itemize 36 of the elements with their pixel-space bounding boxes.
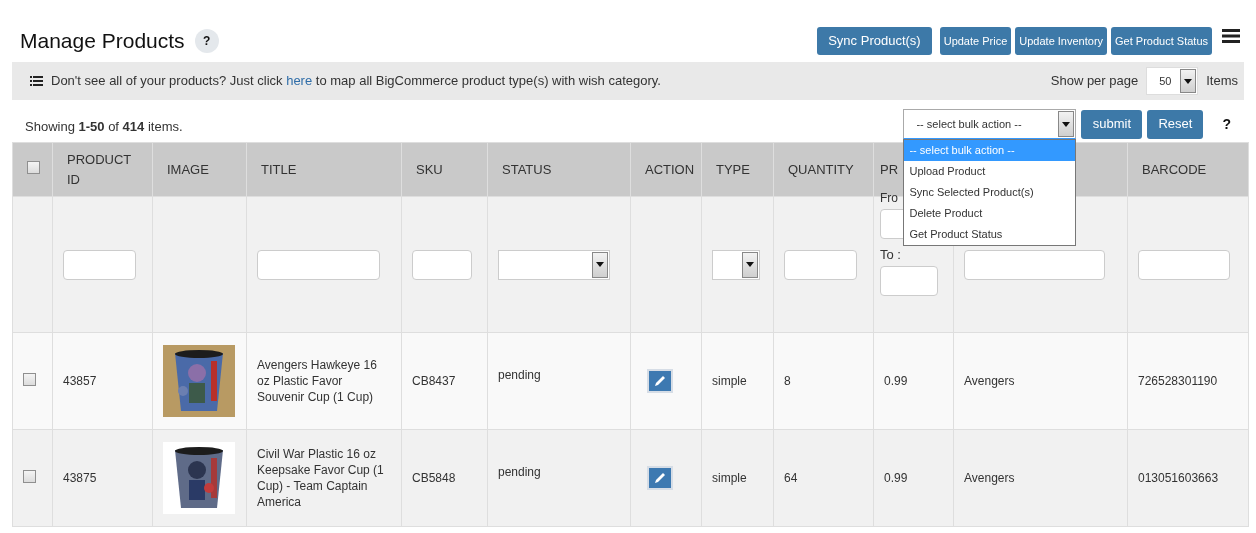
- table-cell: simple: [712, 374, 747, 388]
- column-header: TITLE: [261, 161, 297, 177]
- table-cell: 0.99: [884, 374, 908, 388]
- table-cell: Avengers: [964, 471, 1015, 485]
- column-header: IMAGE: [167, 161, 209, 177]
- table-cell: 64: [784, 471, 798, 485]
- table-cell: 43875: [63, 471, 97, 485]
- table-cell: Avengers Hawkeye 16 oz Plastic Favor Souvenir Cup (1 Cup): [257, 358, 377, 404]
- table-cell: CB8437: [412, 374, 456, 388]
- per-page-suffix: Items: [1206, 72, 1238, 91]
- column-header: QUANTITY: [788, 161, 854, 177]
- page-title: Manage Products: [20, 28, 185, 55]
- table-cell: 43857: [63, 374, 97, 388]
- table-cell: Avengers: [964, 374, 1015, 388]
- column-header: PRODUCT ID: [67, 152, 132, 187]
- column-header: TYPE: [716, 161, 750, 177]
- table-cell: pending: [498, 465, 541, 479]
- column-header: STATUS: [502, 161, 552, 177]
- table-cell: 726528301190: [1138, 374, 1218, 388]
- table-cell: 0.99: [884, 471, 908, 485]
- help-text: ?: [1222, 114, 1231, 134]
- table-cell: Civil War Plastic 16 oz Keepsake Favor Cup (1 Cup) - Team Captain America: [257, 447, 384, 509]
- per-page-label: Show per page: [1050, 72, 1139, 91]
- range-to-label: To :: [880, 245, 901, 264]
- column-header: PR: [880, 161, 899, 177]
- column-header: ACTION: [645, 161, 695, 177]
- table-cell: CB5848: [412, 471, 456, 485]
- column-header: SKU: [416, 161, 443, 177]
- notice-text: Don't see all of your products? Just click here to map all BigCommerce product type(s) with wish category.: [51, 72, 661, 91]
- table-cell: simple: [712, 471, 747, 485]
- column-header: BARCODE: [1142, 161, 1207, 177]
- summary-text: Showing 1-50 of 414 items.: [24, 118, 183, 137]
- table-cell: 8: [784, 374, 791, 388]
- range-from-label: Fro: [880, 189, 898, 207]
- table-cell: pending: [498, 368, 541, 382]
- table-cell: 013051603663: [1138, 471, 1219, 485]
